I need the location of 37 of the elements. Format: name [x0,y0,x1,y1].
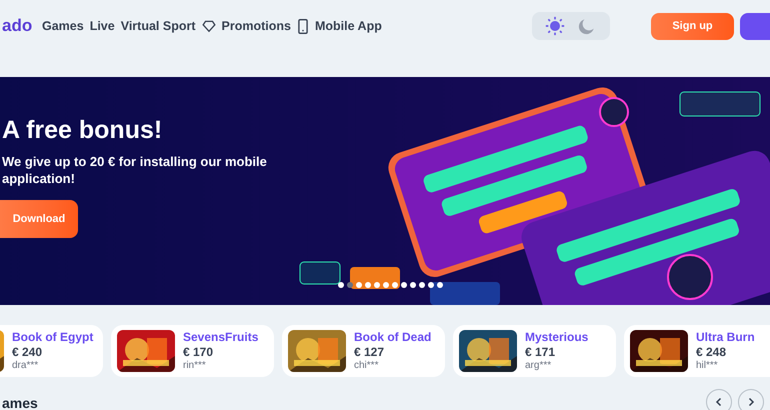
nav-link[interactable]: Virtual Sport [120,16,196,36]
logo[interactable]: ado [2,13,42,39]
banner-text: We give up to 20 € for installing our mobile application! [2,153,268,187]
win-amount: € 127 [354,344,386,360]
win-amount: € 171 [525,344,556,360]
section-title: ames [2,395,38,410]
diamond-icon [202,19,216,33]
login-button[interactable] [740,12,770,40]
win-amount: € 170 [183,344,214,360]
username: chi*** [354,360,380,372]
banner-title: A free bonus! [2,115,164,145]
game-title: Book of Egypt [12,330,94,345]
win-amount: € 248 [696,344,728,360]
chevron-right-icon [746,397,756,407]
next-button[interactable] [738,389,764,410]
chevron-left-icon [714,397,724,407]
nav-link[interactable]: Live [90,16,115,36]
username: dra*** [12,360,40,372]
nav-link[interactable]: Promotions [202,16,291,36]
previous-button[interactable] [706,389,732,410]
sun-icon[interactable] [544,15,566,37]
game-title: Book of Dead [354,330,432,345]
win-card[interactable]: Mysterious € 171 arg*** [453,325,616,377]
game-title: Ultra Burn [696,330,755,345]
username: arg*** [525,360,552,372]
game-title: SevensFruits [183,330,258,345]
username: hil*** [696,360,719,372]
win-card[interactable]: Book of Dead € 127 chi*** [282,325,445,377]
win-card[interactable]: Ultra Burn € 248 hil*** [624,325,770,377]
nav-link[interactable]: Games [42,16,84,36]
win-amount: € 240 [12,344,44,360]
win-card[interactable]: SevensFruits € 170 rin*** [111,325,274,377]
nav-link[interactable]: Mobile App [296,16,382,36]
username: rin*** [183,360,207,372]
phone-icon [296,18,309,34]
game-title: Mysterious [525,330,588,345]
win-card[interactable]: Book of Egypt € 240 dra*** [0,325,103,377]
